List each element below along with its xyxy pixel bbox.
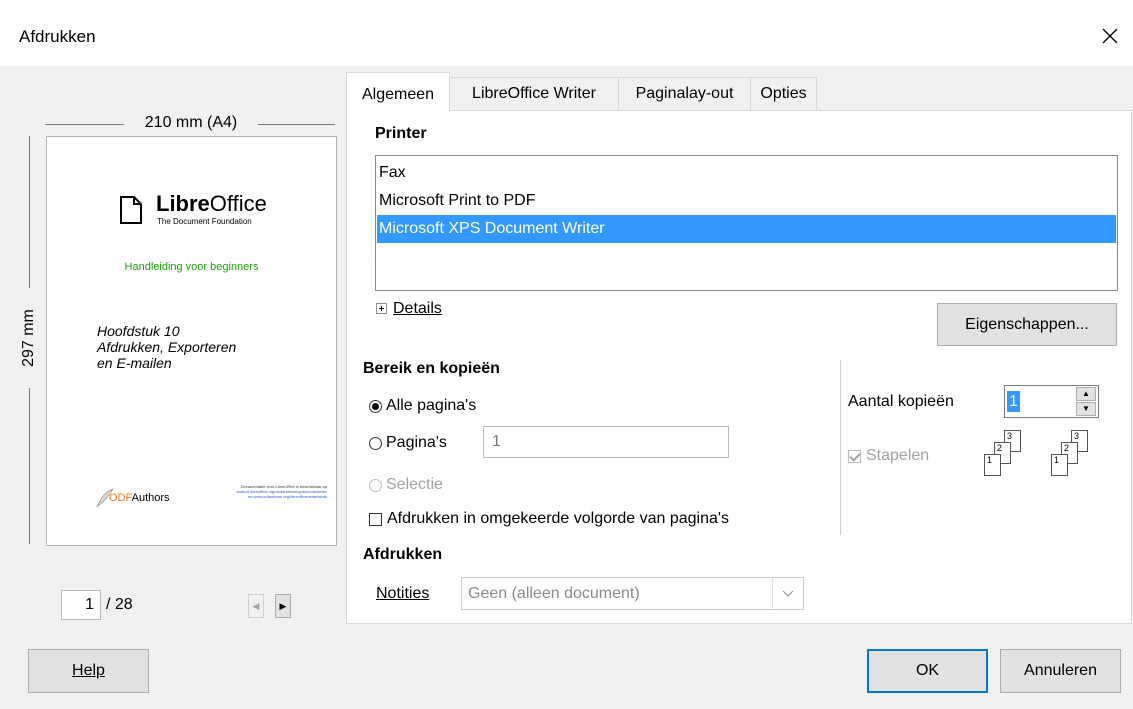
collated-pages-icon-2: 3 2 1 <box>1051 430 1101 480</box>
libreoffice-logo: LibreOffice The Document Foundation <box>119 191 299 233</box>
tab-libreoffice-writer[interactable]: LibreOffice Writer <box>449 77 619 110</box>
title-bar <box>0 0 1133 66</box>
logo-foundation: The Document Foundation <box>157 217 252 226</box>
cancel-button[interactable]: Annuleren <box>1000 649 1121 693</box>
printer-item-xps-writer[interactable]: Microsoft XPS Document Writer <box>377 215 1116 243</box>
radio-selected-icon <box>369 399 382 413</box>
radio-pages[interactable]: Pagina's <box>369 434 447 452</box>
radio-all-pages[interactable]: Alle pagina's <box>369 397 476 415</box>
tab-opties[interactable]: Opties <box>750 77 817 110</box>
preview-small-text: Documentatie voor LibreOffice is beschik… <box>236 484 327 499</box>
close-button[interactable] <box>1090 16 1130 56</box>
printer-item-print-to-pdf[interactable]: Microsoft Print to PDF <box>377 187 1116 215</box>
close-icon <box>1102 28 1118 44</box>
document-icon <box>120 196 142 224</box>
page-total: / 28 <box>106 596 133 613</box>
radio-disabled-icon <box>369 478 382 492</box>
help-button[interactable]: Help <box>28 649 149 693</box>
page-height-dimension: 297 mm <box>17 136 41 544</box>
notes-value: Geen (alleen document) <box>468 585 640 602</box>
copies-input[interactable]: 1 ▲ ▼ <box>1004 385 1099 418</box>
details-label: Details <box>393 300 442 317</box>
ok-button[interactable]: OK <box>867 649 988 693</box>
pages-range-input[interactable]: 1 <box>483 426 729 458</box>
collate-checkbox[interactable]: Stapelen <box>848 447 929 465</box>
radio-unselected-icon <box>369 436 382 450</box>
page-width-label: 210 mm (A4) <box>124 114 258 132</box>
print-heading: Afdrukken <box>363 546 443 563</box>
pages-label: Pagina's <box>386 434 447 451</box>
odfauthors-logo: ODFAuthors <box>95 487 190 511</box>
page-preview: LibreOffice The Document Foundation Hand… <box>46 136 337 546</box>
reverse-order-label: Afdrukken in omgekeerde volgorde van pag… <box>387 510 729 527</box>
page-width-dimension: 210 mm (A4) <box>45 113 335 137</box>
range-separator <box>840 360 841 535</box>
collated-pages-icon: 3 2 1 <box>984 430 1034 480</box>
copies-value: 1 <box>1007 391 1020 412</box>
all-pages-label: Alle pagina's <box>386 397 477 414</box>
window-title: Afdrukken <box>19 27 96 46</box>
libreoffice-name: LibreOffice <box>156 191 267 216</box>
checkbox-checked-disabled-icon <box>848 449 861 463</box>
page-number-input[interactable]: 1 <box>61 590 101 620</box>
radio-selection[interactable]: Selectie <box>369 476 443 494</box>
copies-decrement-button[interactable]: ▼ <box>1076 402 1096 416</box>
chevron-down-icon <box>772 578 803 609</box>
tab-paginalay-out[interactable]: Paginalay-out <box>618 77 751 110</box>
copies-increment-button[interactable]: ▲ <box>1076 387 1096 401</box>
expand-plus-icon <box>376 303 387 315</box>
copies-label: Aantal kopieën <box>848 393 954 410</box>
arrow-up-icon: ▲ <box>1082 389 1090 398</box>
range-heading: Bereik en kopieën <box>363 360 500 377</box>
printer-item-fax[interactable]: Fax <box>377 159 1116 187</box>
checkbox-unchecked-icon <box>369 512 382 526</box>
selection-label: Selectie <box>386 476 443 493</box>
notes-select[interactable]: Geen (alleen document) <box>461 577 804 610</box>
collate-label: Stapelen <box>866 447 930 464</box>
printer-list[interactable]: Fax Microsoft Print to PDF Microsoft XPS… <box>375 155 1118 291</box>
previous-page-button[interactable]: ◀ <box>248 594 264 618</box>
next-page-button[interactable]: ▶ <box>275 594 291 618</box>
printer-heading: Printer <box>375 125 427 142</box>
preview-subtitle: Handleiding voor beginners <box>124 261 259 273</box>
notes-label: Notities <box>376 585 430 602</box>
page-height-label: 297 mm <box>20 288 38 388</box>
chevron-left-icon: ◀ <box>252 600 260 611</box>
arrow-down-icon: ▼ <box>1082 404 1090 413</box>
properties-button[interactable]: Eigenschappen... <box>937 303 1117 346</box>
reverse-order-checkbox[interactable]: Afdrukken in omgekeerde volgorde van pag… <box>369 510 729 528</box>
tab-algemeen[interactable]: Algemeen <box>346 72 450 112</box>
chevron-right-icon: ▶ <box>279 600 287 611</box>
details-expander[interactable]: Details <box>376 300 442 318</box>
preview-chapter: Hoofdstuk 10 Afdrukken, Exporteren en E-… <box>97 323 237 371</box>
